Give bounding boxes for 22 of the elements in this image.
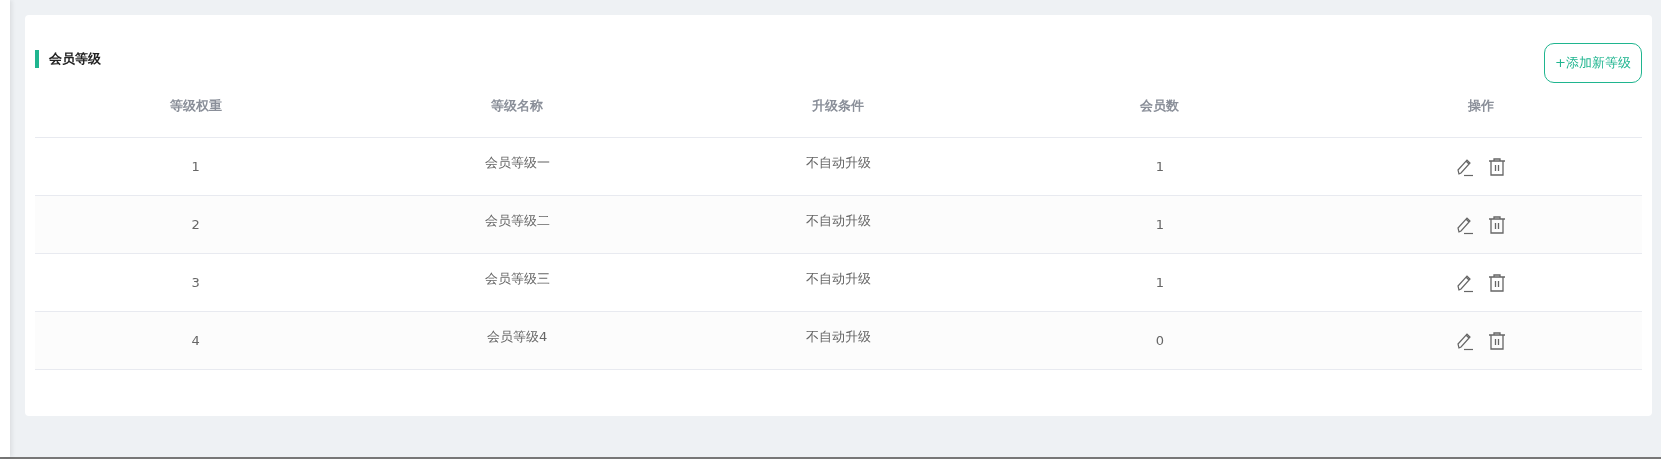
table-cell: 4 xyxy=(191,333,200,348)
table-cell: 2 xyxy=(191,217,200,232)
table-cell: 不自动升级 xyxy=(806,327,871,346)
table-cell: 会员等级一 xyxy=(484,153,550,172)
table-cell: 会员等级4 xyxy=(486,327,548,346)
table-cell: 不自动升级 xyxy=(806,269,871,288)
table-cell: 3 xyxy=(191,275,200,290)
table-cell: 会员等级二 xyxy=(484,211,550,230)
table-cell: 1 xyxy=(1155,217,1165,232)
delete-icon[interactable] xyxy=(1488,214,1507,235)
table-cell: 1 xyxy=(1155,159,1165,174)
table-cell: 1 xyxy=(1155,275,1165,290)
table-cell: 0 xyxy=(1155,333,1165,348)
table-cell: 不自动升级 xyxy=(806,153,871,172)
add-level-button[interactable]: +添加新等级 xyxy=(1544,43,1642,83)
table-cell: 会员等级三 xyxy=(484,269,550,288)
delete-icon[interactable] xyxy=(1488,330,1507,351)
delete-icon[interactable] xyxy=(1488,156,1507,177)
section-title: 会员等级 xyxy=(35,50,101,68)
table-cell: 1 xyxy=(191,159,200,174)
delete-icon[interactable] xyxy=(1488,272,1507,293)
table-cell: 不自动升级 xyxy=(806,211,871,230)
